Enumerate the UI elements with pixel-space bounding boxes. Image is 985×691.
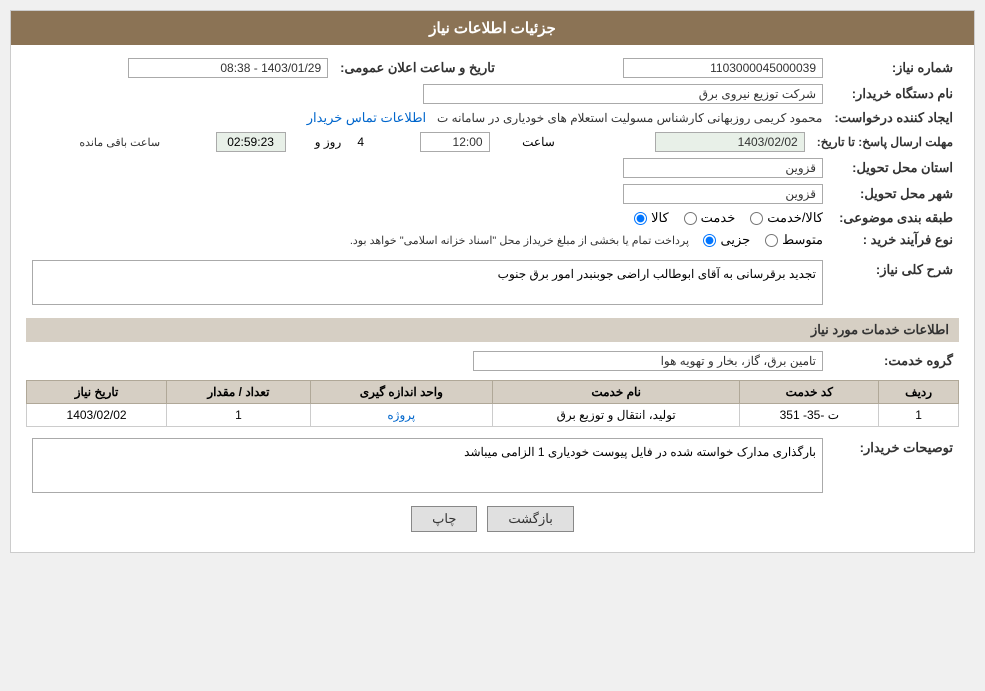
deadline-time-label: ساعت [522,135,555,149]
description-value: تجدید برقرسانی به آقای ابوطالب اراضی جوب… [32,260,823,305]
deadline-time-input[interactable] [420,132,490,152]
category-goods-service-label: کالا/خدمت [767,210,823,226]
buyer-org-table: نام دستگاه خریدار: [26,81,959,107]
buyer-org-label: نام دستگاه خریدار: [829,81,959,107]
col-quantity: تعداد / مقدار [167,381,311,404]
deadline-days-label: روز و [315,135,342,149]
main-content: شماره نیاز: تاریخ و ساعت اعلان عمومی: نا… [11,45,974,552]
col-row-num: ردیف [879,381,959,404]
countdown-label: ساعت باقی مانده [79,137,160,149]
description-table: شرح کلی نیاز: تجدید برقرسانی به آقای ابو… [26,257,959,308]
category-goods-option[interactable]: کالا [634,210,669,226]
city-table: شهر محل تحویل: [26,181,959,207]
province-label: استان محل تحویل: [829,155,959,181]
buyer-notes-label: توصیحات خریدار: [829,435,959,496]
col-unit: واحد اندازه گیری [310,381,492,404]
purchase-full-text: پرداخت تمام یا بخشی از مبلغ خریداز محل "… [350,235,689,247]
purchase-partial-label: جزیی [720,232,750,248]
category-goods-service-radio[interactable] [750,212,763,225]
header-info-table: شماره نیاز: تاریخ و ساعت اعلان عمومی: [26,55,959,81]
buyer-org-input[interactable] [423,84,823,104]
purchase-partial-radio[interactable] [703,234,716,247]
province-table: استان محل تحویل: [26,155,959,181]
city-label: شهر محل تحویل: [829,181,959,207]
purchase-type-radio-group: متوسط جزیی [703,232,823,248]
purchase-partial-option[interactable]: جزیی [703,232,750,248]
publish-date-input[interactable] [128,58,328,78]
services-table: ردیف کد خدمت نام خدمت واحد اندازه گیری ت… [26,380,959,427]
page-wrapper: جزئیات اطلاعات نیاز شماره نیاز: تاریخ و … [10,10,975,553]
creator-value: محمود کریمی روزبهانی کارشناس مسولیت استع… [437,111,822,125]
category-service-label: خدمت [701,210,736,226]
buyer-notes-value: بارگذاری مدارک خواسته شده در فایل پیوست … [32,438,823,493]
need-number-input[interactable] [623,58,823,78]
service-group-label: گروه خدمت: [829,348,959,374]
action-buttons: بازگشت چاپ [26,506,959,532]
services-section-title: اطلاعات خدمات مورد نیاز [26,318,959,342]
creator-label: ایجاد کننده درخواست: [828,107,959,129]
purchase-medium-label: متوسط [782,232,823,248]
category-radio-group: کالا/خدمت خدمت کالا [634,210,823,226]
back-button[interactable]: بازگشت [487,506,573,532]
category-goods-radio[interactable] [634,212,647,225]
service-group-input[interactable] [473,351,823,371]
purchase-medium-radio[interactable] [765,234,778,247]
deadline-table: مهلت ارسال پاسخ: تا تاریخ: ساعت 4 روز و [26,129,959,155]
buyer-notes-table: توصیحات خریدار: بارگذاری مدارک خواسته شد… [26,435,959,496]
deadline-days-value: 4 [357,135,364,149]
city-input[interactable] [623,184,823,204]
need-number-label: شماره نیاز: [829,55,959,81]
table-row: 1ت -35- 351تولید، انتقال و توزیع برقپروژ… [27,404,959,427]
service-group-table: گروه خدمت: [26,348,959,374]
description-label: شرح کلی نیاز: [829,257,959,308]
page-title: جزئیات اطلاعات نیاز [429,20,556,37]
category-goods-service-option[interactable]: کالا/خدمت [750,210,823,226]
purchase-type-table: نوع فرآیند خرید : متوسط جزیی پرداخت [26,229,959,251]
purchase-medium-option[interactable]: متوسط [765,232,823,248]
deadline-date-input[interactable] [655,132,805,152]
countdown-value: 02:59:23 [216,132,286,152]
category-label: طبقه بندی موضوعی: [829,207,959,229]
province-input[interactable] [623,158,823,178]
purchase-type-label: نوع فرآیند خرید : [829,229,959,251]
category-table: طبقه بندی موضوعی: کالا/خدمت خدمت کالا [26,207,959,229]
print-button[interactable]: چاپ [411,506,477,532]
deadline-label: مهلت ارسال پاسخ: تا تاریخ: [811,129,959,155]
category-service-radio[interactable] [684,212,697,225]
category-goods-label: کالا [651,210,669,226]
publish-date-label: تاریخ و ساعت اعلان عمومی: [334,55,501,81]
col-service-code: کد خدمت [740,381,879,404]
page-header: جزئیات اطلاعات نیاز [11,11,974,45]
col-service-name: نام خدمت [492,381,740,404]
creator-contact-link[interactable]: اطلاعات تماس خریدار [307,110,426,125]
category-service-option[interactable]: خدمت [684,210,736,226]
col-date: تاریخ نیاز [27,381,167,404]
creator-table: ایجاد کننده درخواست: محمود کریمی روزبهان… [26,107,959,129]
